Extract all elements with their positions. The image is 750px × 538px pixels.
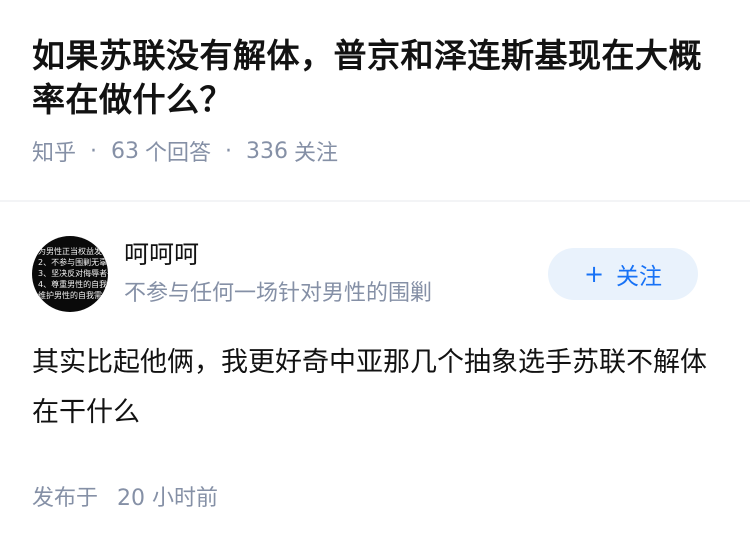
answer-count: 63 [111, 138, 140, 164]
question-header: 如果苏联没有解体，普京和泽连斯基现在大概率在做什么？ 知乎 · 63 个回答 ·… [0, 0, 750, 166]
follower-count-label[interactable]: 关注 [294, 135, 338, 167]
separator-dot: · [90, 138, 98, 164]
timestamp-prefix: 发布于 [32, 486, 99, 511]
source-label[interactable]: 知乎 [32, 135, 76, 167]
separator-dot: · [225, 138, 233, 164]
avatar-text: 为男性正当权益发 2、不参与围剿无辜男性 3、坚决反对侮辱者行为 4、尊重男性的… [38, 247, 108, 300]
follow-button[interactable]: + 关注 [548, 248, 698, 300]
follow-button-label: 关注 [616, 264, 663, 290]
answer-timestamp: 发布于 20 小时前 [32, 480, 718, 512]
author-info: 呵呵呵 不参与任何一场针对男性的围剿 [124, 239, 548, 309]
timestamp-value: 20 小时前 [117, 486, 219, 511]
answer-content[interactable]: 其实比起他俩，我更好奇中亚那几个抽象选手苏联不解体在干什么 [32, 338, 718, 438]
follower-count: 336 [246, 138, 289, 164]
question-meta: 知乎 · 63 个回答 · 336 关注 [32, 135, 718, 167]
avatar[interactable]: 为男性正当权益发 2、不参与围剿无辜男性 3、坚决反对侮辱者行为 4、尊重男性的… [32, 236, 108, 312]
section-divider [0, 200, 750, 202]
plus-icon: + [583, 260, 605, 288]
question-title[interactable]: 如果苏联没有解体，普京和泽连斯基现在大概率在做什么？ [32, 34, 718, 122]
answer-card: 为男性正当权益发 2、不参与围剿无辜男性 3、坚决反对侮辱者行为 4、尊重男性的… [0, 236, 750, 512]
author-row: 为男性正当权益发 2、不参与围剿无辜男性 3、坚决反对侮辱者行为 4、尊重男性的… [32, 236, 718, 312]
author-bio: 不参与任何一场针对男性的围剿 [124, 281, 433, 306]
author-name[interactable]: 呵呵呵 [124, 239, 548, 271]
answer-count-label[interactable]: 个回答 [145, 135, 211, 167]
